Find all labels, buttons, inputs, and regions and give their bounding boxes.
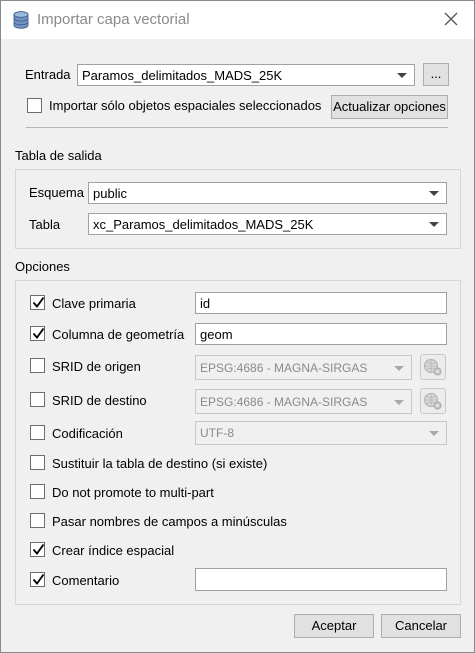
close-icon[interactable]: [442, 9, 460, 29]
input-layer-select[interactable]: Paramos_delimitados_MADS_25K: [77, 64, 415, 86]
comment-checkbox[interactable]: [30, 572, 45, 587]
checkmark-icon: [32, 327, 45, 339]
chevron-down-icon: [394, 400, 404, 405]
spatial-index-label: Crear índice espacial: [52, 543, 175, 558]
geometry-column-field[interactable]: geom: [195, 323, 447, 345]
checkmark-icon: [32, 296, 45, 308]
replace-table-label: Sustituir la tabla de destino (si existe…: [52, 456, 268, 471]
checkmark-icon: [32, 573, 45, 585]
selected-only-label: Importar sólo objetos espaciales selecci…: [49, 98, 322, 113]
no-multipart-checkbox[interactable]: [30, 484, 45, 499]
table-value: xc_Paramos_delimitados_MADS_25K: [93, 217, 314, 232]
comment-label: Comentario: [52, 573, 120, 588]
output-group: [15, 169, 461, 249]
primary-key-label: Clave primaria: [52, 296, 136, 311]
replace-table-checkbox[interactable]: [30, 455, 45, 470]
schema-value: public: [93, 186, 127, 201]
crs-selector-icon: [424, 359, 442, 376]
accept-button[interactable]: Aceptar: [294, 614, 374, 638]
target-srid-select[interactable]: EPSG:4686 - MAGNA-SIRGAS: [195, 389, 412, 414]
chevron-down-icon: [394, 366, 404, 371]
source-srid-label: SRID de origen: [52, 359, 141, 374]
source-srid-checkbox[interactable]: [30, 358, 45, 373]
database-icon: [13, 11, 29, 29]
options-group-title: Opciones: [15, 259, 70, 274]
encoding-label: Codificación: [52, 426, 123, 441]
lowercase-fields-label: Pasar nombres de campos a minúsculas: [52, 514, 287, 529]
cancel-button[interactable]: Cancelar: [381, 614, 461, 638]
source-crs-button[interactable]: [420, 354, 446, 380]
output-group-title: Tabla de salida: [15, 148, 102, 163]
target-srid-checkbox[interactable]: [30, 392, 45, 407]
spatial-index-checkbox[interactable]: [30, 542, 45, 557]
lowercase-fields-checkbox[interactable]: [30, 513, 45, 528]
title-bar: Importar capa vectorial: [1, 1, 474, 39]
encoding-select[interactable]: UTF-8: [195, 421, 447, 445]
window-title: Importar capa vectorial: [37, 11, 190, 28]
primary-key-field[interactable]: id: [195, 292, 447, 314]
no-multipart-label: Do not promote to multi-part: [52, 485, 214, 500]
browse-button[interactable]: ...: [423, 63, 449, 86]
geometry-column-label: Columna de geometría: [52, 327, 185, 342]
primary-key-value: id: [200, 296, 211, 311]
schema-select[interactable]: public: [88, 182, 447, 204]
target-crs-button[interactable]: [420, 388, 446, 414]
target-srid-label: SRID de destino: [52, 393, 147, 408]
table-label: Tabla: [29, 217, 61, 232]
primary-key-checkbox[interactable]: [30, 295, 45, 310]
selected-only-checkbox[interactable]: [27, 98, 42, 113]
geometry-column-value: geom: [200, 327, 233, 342]
divider: [26, 127, 448, 128]
encoding-checkbox[interactable]: [30, 425, 45, 440]
comment-field[interactable]: [195, 568, 447, 591]
encoding-value: UTF-8: [200, 426, 234, 440]
input-layer-value: Paramos_delimitados_MADS_25K: [82, 68, 283, 83]
chevron-down-icon: [397, 73, 407, 78]
chevron-down-icon: [429, 191, 439, 196]
chevron-down-icon: [429, 222, 439, 227]
crs-selector-icon: [424, 393, 442, 410]
import-vector-layer-dialog: Importar capa vectorial Entrada Paramos_…: [0, 0, 475, 653]
input-label: Entrada: [25, 67, 71, 82]
update-options-button[interactable]: Actualizar opciones: [331, 95, 448, 119]
schema-label: Esquema: [29, 185, 84, 200]
table-select[interactable]: xc_Paramos_delimitados_MADS_25K: [88, 213, 447, 235]
chevron-down-icon: [429, 431, 439, 436]
source-srid-value: EPSG:4686 - MAGNA-SIRGAS: [200, 361, 368, 375]
checkmark-icon: [32, 543, 45, 555]
source-srid-select[interactable]: EPSG:4686 - MAGNA-SIRGAS: [195, 355, 412, 380]
target-srid-value: EPSG:4686 - MAGNA-SIRGAS: [200, 395, 368, 409]
geometry-column-checkbox[interactable]: [30, 326, 45, 341]
